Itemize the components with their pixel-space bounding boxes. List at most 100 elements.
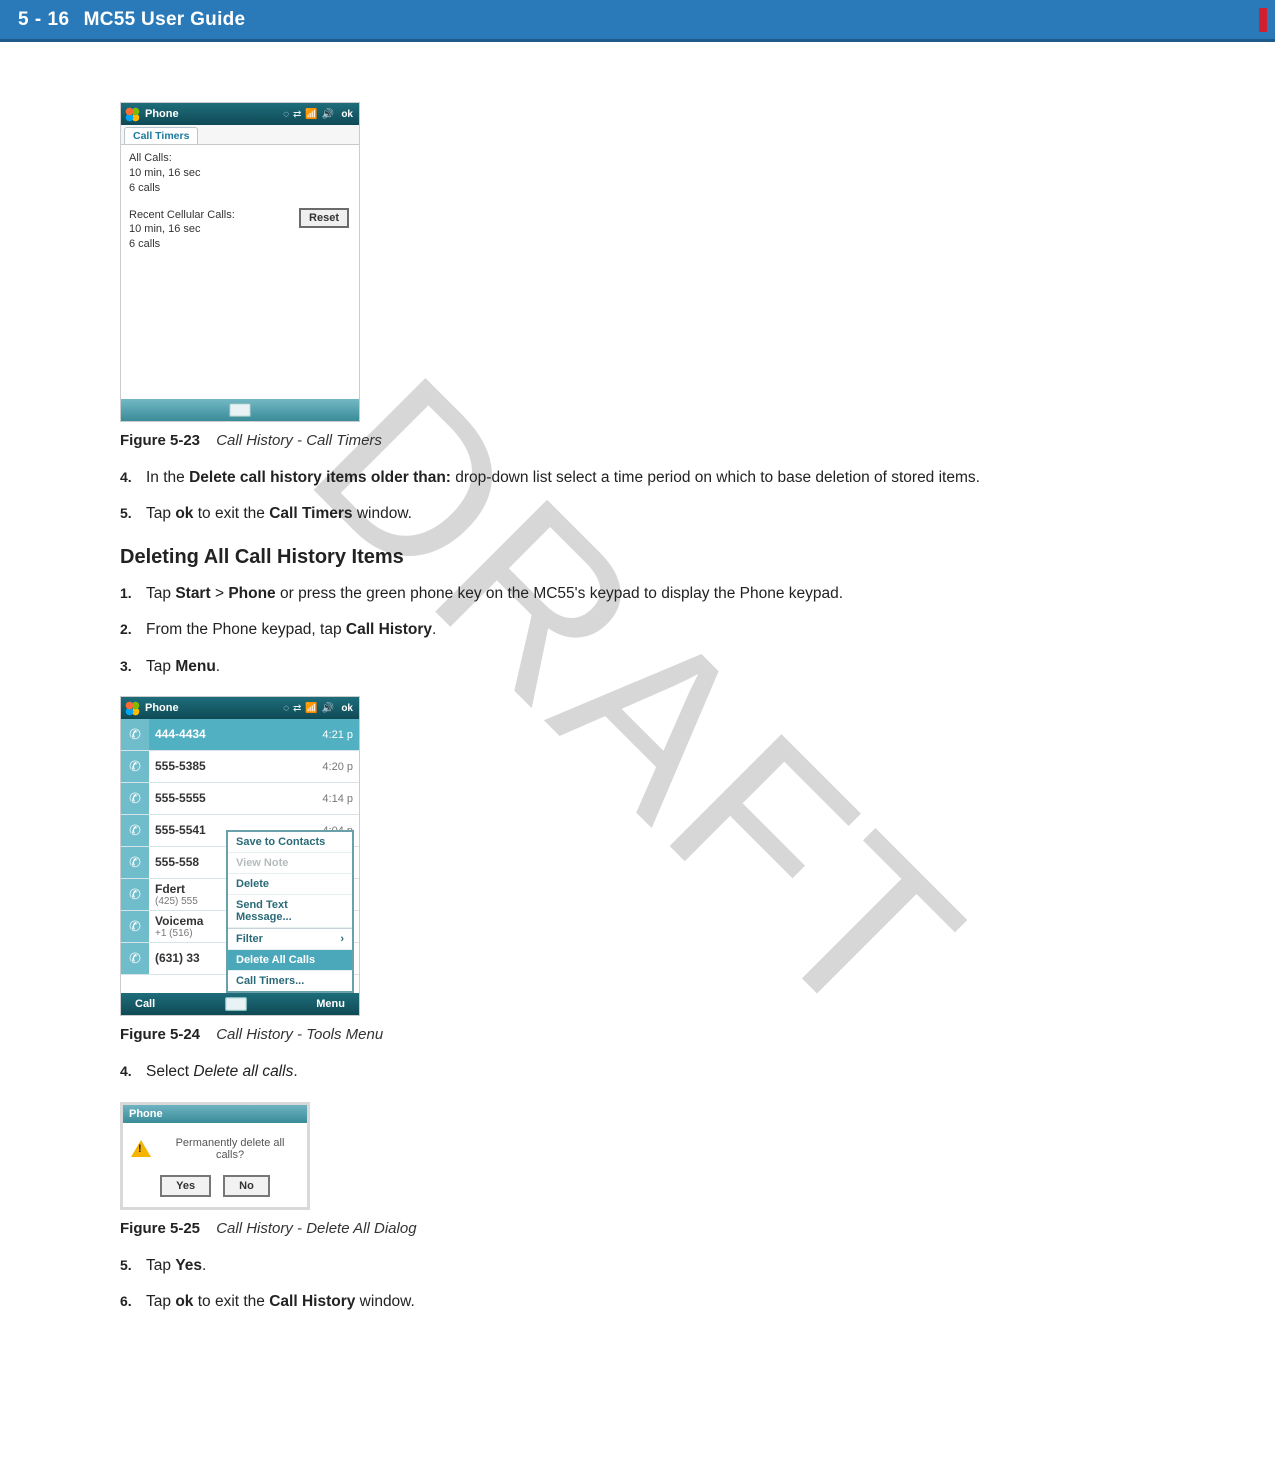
step-number: 6. bbox=[120, 1291, 146, 1313]
speaker-icon: 🔊 bbox=[322, 109, 334, 120]
step-text-a: In the bbox=[146, 469, 189, 486]
all-calls-duration: 10 min, 16 sec bbox=[129, 166, 351, 181]
yes-button[interactable]: Yes bbox=[160, 1175, 211, 1197]
step-number: 5. bbox=[120, 503, 146, 525]
t: Select bbox=[146, 1063, 193, 1080]
t: . bbox=[202, 1257, 206, 1274]
keyboard-icon[interactable] bbox=[229, 403, 251, 417]
all-calls-label: All Calls: bbox=[129, 151, 351, 166]
softkey-call[interactable]: Call bbox=[135, 998, 155, 1010]
call-time: 4:14 p bbox=[322, 793, 353, 805]
figure-text: Call History - Delete All Dialog bbox=[216, 1220, 416, 1237]
t: > bbox=[211, 585, 229, 602]
signal-icon: ◌ bbox=[283, 109, 289, 120]
speaker-icon: 🔊 bbox=[322, 703, 334, 714]
softkey-menu[interactable]: Menu bbox=[316, 998, 345, 1010]
phone-icon: ✆ bbox=[121, 751, 149, 782]
call-number: 555-5555 bbox=[155, 792, 316, 805]
phone-icon: ✆ bbox=[121, 911, 149, 942]
phone-icon: ✆ bbox=[121, 815, 149, 846]
t: Tap bbox=[146, 658, 175, 675]
menu-delete[interactable]: Delete bbox=[228, 874, 352, 895]
wm-titlebar: Phone ◌ ⇄ 📶 🔊 ok bbox=[121, 103, 359, 125]
t: Call Timers bbox=[269, 505, 352, 522]
recent-calls-count: 6 calls bbox=[129, 237, 351, 252]
t: . bbox=[432, 621, 436, 638]
windows-start-icon[interactable] bbox=[125, 107, 140, 122]
windows-start-icon[interactable] bbox=[125, 701, 140, 716]
menu-filter[interactable]: Filter bbox=[228, 928, 352, 950]
step-5b: 5. Tap Yes. bbox=[120, 1255, 1175, 1277]
t: . bbox=[293, 1063, 297, 1080]
all-calls-count: 6 calls bbox=[129, 181, 351, 196]
menu-send-text[interactable]: Send Text Message... bbox=[228, 895, 352, 928]
reset-button[interactable]: Reset bbox=[299, 208, 349, 228]
t: . bbox=[216, 658, 220, 675]
t: Yes bbox=[175, 1257, 202, 1274]
wm-titlebar: Phone ◌ ⇄ 📶 🔊 ok bbox=[121, 697, 359, 719]
call-time: 4:20 p bbox=[322, 761, 353, 773]
menu-save-to-contacts[interactable]: Save to Contacts bbox=[228, 832, 352, 853]
menu-delete-all-calls[interactable]: Delete All Calls bbox=[228, 950, 352, 971]
figure-5-25-caption: Figure 5-25 Call History - Delete All Di… bbox=[120, 1220, 1175, 1237]
ok-softkey[interactable]: ok bbox=[339, 109, 355, 120]
call-history-row[interactable]: ✆ 555-5555 4:14 p bbox=[121, 783, 359, 815]
figure-label: Figure 5-24 bbox=[120, 1026, 200, 1043]
call-history-row[interactable]: ✆ 555-5385 4:20 p bbox=[121, 751, 359, 783]
call-history-row[interactable]: ✆ 444-4434 4:21 p bbox=[121, 719, 359, 751]
t: Start bbox=[175, 585, 210, 602]
step-4: 4. In the Delete call history items olde… bbox=[120, 467, 1175, 489]
phone-icon: ✆ bbox=[121, 783, 149, 814]
page-number: 5 - 16 bbox=[18, 9, 70, 31]
antenna-icon: 📶 bbox=[305, 109, 317, 120]
phone-icon: ✆ bbox=[121, 847, 149, 878]
t: Tap bbox=[146, 505, 175, 522]
figure-text: Call History - Tools Menu bbox=[216, 1026, 383, 1043]
signal-icon: ◌ bbox=[283, 703, 289, 714]
t: to exit the bbox=[193, 505, 269, 522]
step-number: 4. bbox=[120, 467, 146, 489]
section-heading-deleting-all: Deleting All Call History Items bbox=[120, 546, 1175, 569]
tab-bar: Call Timers bbox=[121, 125, 359, 145]
warning-icon bbox=[131, 1139, 151, 1159]
figure-5-24-caption: Figure 5-24 Call History - Tools Menu bbox=[120, 1026, 1175, 1043]
t: to exit the bbox=[193, 1293, 269, 1310]
dialog-titlebar: Phone bbox=[123, 1105, 307, 1123]
t: Menu bbox=[175, 658, 215, 675]
wm-app-title: Phone bbox=[145, 702, 179, 714]
guide-title: MC55 User Guide bbox=[84, 9, 246, 31]
wm-bottom-bar bbox=[121, 399, 359, 421]
dialog-message: Permanently delete all calls? bbox=[161, 1137, 299, 1161]
tab-call-timers[interactable]: Call Timers bbox=[124, 127, 198, 144]
t: ok bbox=[175, 505, 193, 522]
step-text-c: drop-down list select a time period on w… bbox=[451, 469, 980, 486]
call-time: 4:21 p bbox=[322, 729, 353, 741]
recent-calls-group: Recent Cellular Calls: 10 min, 16 sec 6 … bbox=[129, 208, 351, 253]
phone-icon: ✆ bbox=[121, 879, 149, 910]
step-4b: 4. Select Delete all calls. bbox=[120, 1061, 1175, 1083]
screenshot-call-history-menu: Phone ◌ ⇄ 📶 🔊 ok ✆ 444-4434 4:21 p ✆ 555-538… bbox=[120, 696, 360, 1016]
figure-text: Call History - Call Timers bbox=[216, 432, 382, 449]
screenshot-delete-all-dialog: Phone Permanently delete all calls? Yes … bbox=[120, 1102, 310, 1210]
network-icon: ⇄ bbox=[293, 703, 301, 714]
phone-icon: ✆ bbox=[121, 719, 149, 750]
step-number: 5. bbox=[120, 1255, 146, 1277]
no-button[interactable]: No bbox=[223, 1175, 270, 1197]
t: Delete all calls bbox=[193, 1063, 293, 1080]
wm-status-icons: ◌ ⇄ 📶 🔊 bbox=[283, 109, 334, 120]
step-number: 4. bbox=[120, 1061, 146, 1083]
t: Call History bbox=[269, 1293, 355, 1310]
network-icon: ⇄ bbox=[293, 109, 301, 120]
t: Tap bbox=[146, 1293, 175, 1310]
call-number: 555-5385 bbox=[155, 760, 316, 773]
menu-call-timers[interactable]: Call Timers... bbox=[228, 971, 352, 991]
keyboard-icon[interactable] bbox=[225, 997, 247, 1011]
t: From the Phone keypad, tap bbox=[146, 621, 346, 638]
ok-softkey[interactable]: ok bbox=[339, 703, 355, 714]
t: Tap bbox=[146, 1257, 175, 1274]
figure-label: Figure 5-23 bbox=[120, 432, 200, 449]
step-number: 1. bbox=[120, 583, 146, 605]
step-number: 2. bbox=[120, 619, 146, 641]
call-number: 444-4434 bbox=[155, 728, 316, 741]
step-6: 6. Tap ok to exit the Call History windo… bbox=[120, 1291, 1175, 1313]
